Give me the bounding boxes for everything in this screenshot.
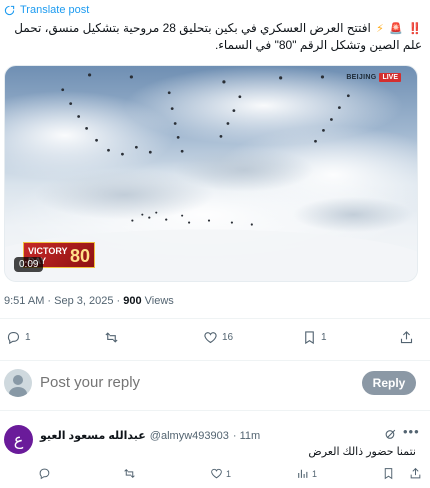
bookmark-icon: [384, 468, 393, 480]
comment-actions: 1 1: [0, 467, 430, 483]
heart-icon: [204, 332, 217, 344]
post-meta: 9:51 AM · Sep 3, 2025 · 900 Views: [4, 295, 174, 307]
comment-text: نتمنا حضور ذالك العرض: [308, 446, 416, 458]
comment-time: · 11m: [232, 429, 261, 442]
translate-icon: [4, 5, 15, 15]
post-time: 9:51 AM · Sep 3, 2025 ·: [4, 295, 124, 307]
comment-views-count: 1: [312, 468, 318, 479]
repost-action[interactable]: [104, 330, 123, 345]
reply-icon: [7, 331, 20, 345]
views-count: 900: [123, 295, 142, 307]
lightning-icon: ⚡: [376, 23, 384, 35]
share-icon: [410, 467, 421, 479]
video-duration: 0:09: [14, 257, 44, 272]
comment-like-count: 1: [226, 468, 232, 479]
like-action[interactable]: 16: [203, 330, 233, 345]
repost-icon: [105, 332, 118, 343]
commenter-handle[interactable]: @almyw493903: [150, 430, 229, 442]
reply-icon: [39, 468, 50, 480]
alert-emoji: ‼️: [408, 23, 422, 35]
translate-post-link[interactable]: Translate post: [4, 4, 89, 16]
comment-share-action[interactable]: [409, 467, 422, 480]
divider: [0, 410, 430, 411]
comment-reply-action[interactable]: [38, 467, 54, 480]
translate-label: Translate post: [20, 4, 90, 16]
more-options-icon[interactable]: •••: [403, 424, 420, 439]
views-icon: [298, 469, 308, 478]
repost-icon: [124, 469, 135, 478]
commenter-name[interactable]: عبدالله مسعود العيو: [40, 429, 146, 442]
reply-button[interactable]: Reply: [362, 371, 416, 395]
siren-icon: 🚨: [389, 23, 403, 35]
share-icon: [400, 331, 413, 344]
post-body: افتتح العرض العسكري في بكين بتحليق 28 مر…: [14, 21, 422, 52]
live-badge: LIVE: [379, 73, 401, 82]
video-player[interactable]: BEIJING LIVE VICTORY DAY 80 0:09: [4, 65, 418, 282]
comment-like-action[interactable]: 1: [210, 467, 231, 480]
logo-city: BEIJING: [346, 74, 377, 81]
like-count: 16: [222, 332, 234, 343]
post-actions: 1 16 1: [0, 330, 430, 350]
commenter-avatar[interactable]: ع: [4, 425, 33, 454]
bookmark-action[interactable]: 1: [302, 330, 327, 345]
divider: [0, 360, 430, 361]
channel-logo: BEIJING LIVE: [346, 73, 401, 82]
post-text: ‼️ 🚨 ⚡ افتتح العرض العسكري في بكين بتحلي…: [6, 20, 422, 53]
comment-views-action[interactable]: 1: [296, 467, 317, 480]
comment-bookmark-action[interactable]: [382, 467, 395, 480]
bookmark-icon: [305, 331, 314, 345]
bookmark-count: 1: [321, 332, 327, 343]
reply-input[interactable]: [40, 374, 300, 391]
comment-repost-action[interactable]: [123, 467, 139, 480]
heart-icon: [211, 468, 222, 479]
views-label: Views: [141, 295, 174, 307]
grok-icon[interactable]: [384, 428, 397, 441]
comment-header: عبدالله مسعود العيو @almyw493903 · 11m: [40, 429, 261, 443]
reply-count: 1: [25, 332, 31, 343]
divider: [0, 318, 430, 319]
reply-action[interactable]: 1: [6, 330, 31, 345]
user-avatar: [4, 369, 32, 397]
victory-number: 80: [69, 246, 90, 266]
share-action[interactable]: [399, 330, 414, 345]
